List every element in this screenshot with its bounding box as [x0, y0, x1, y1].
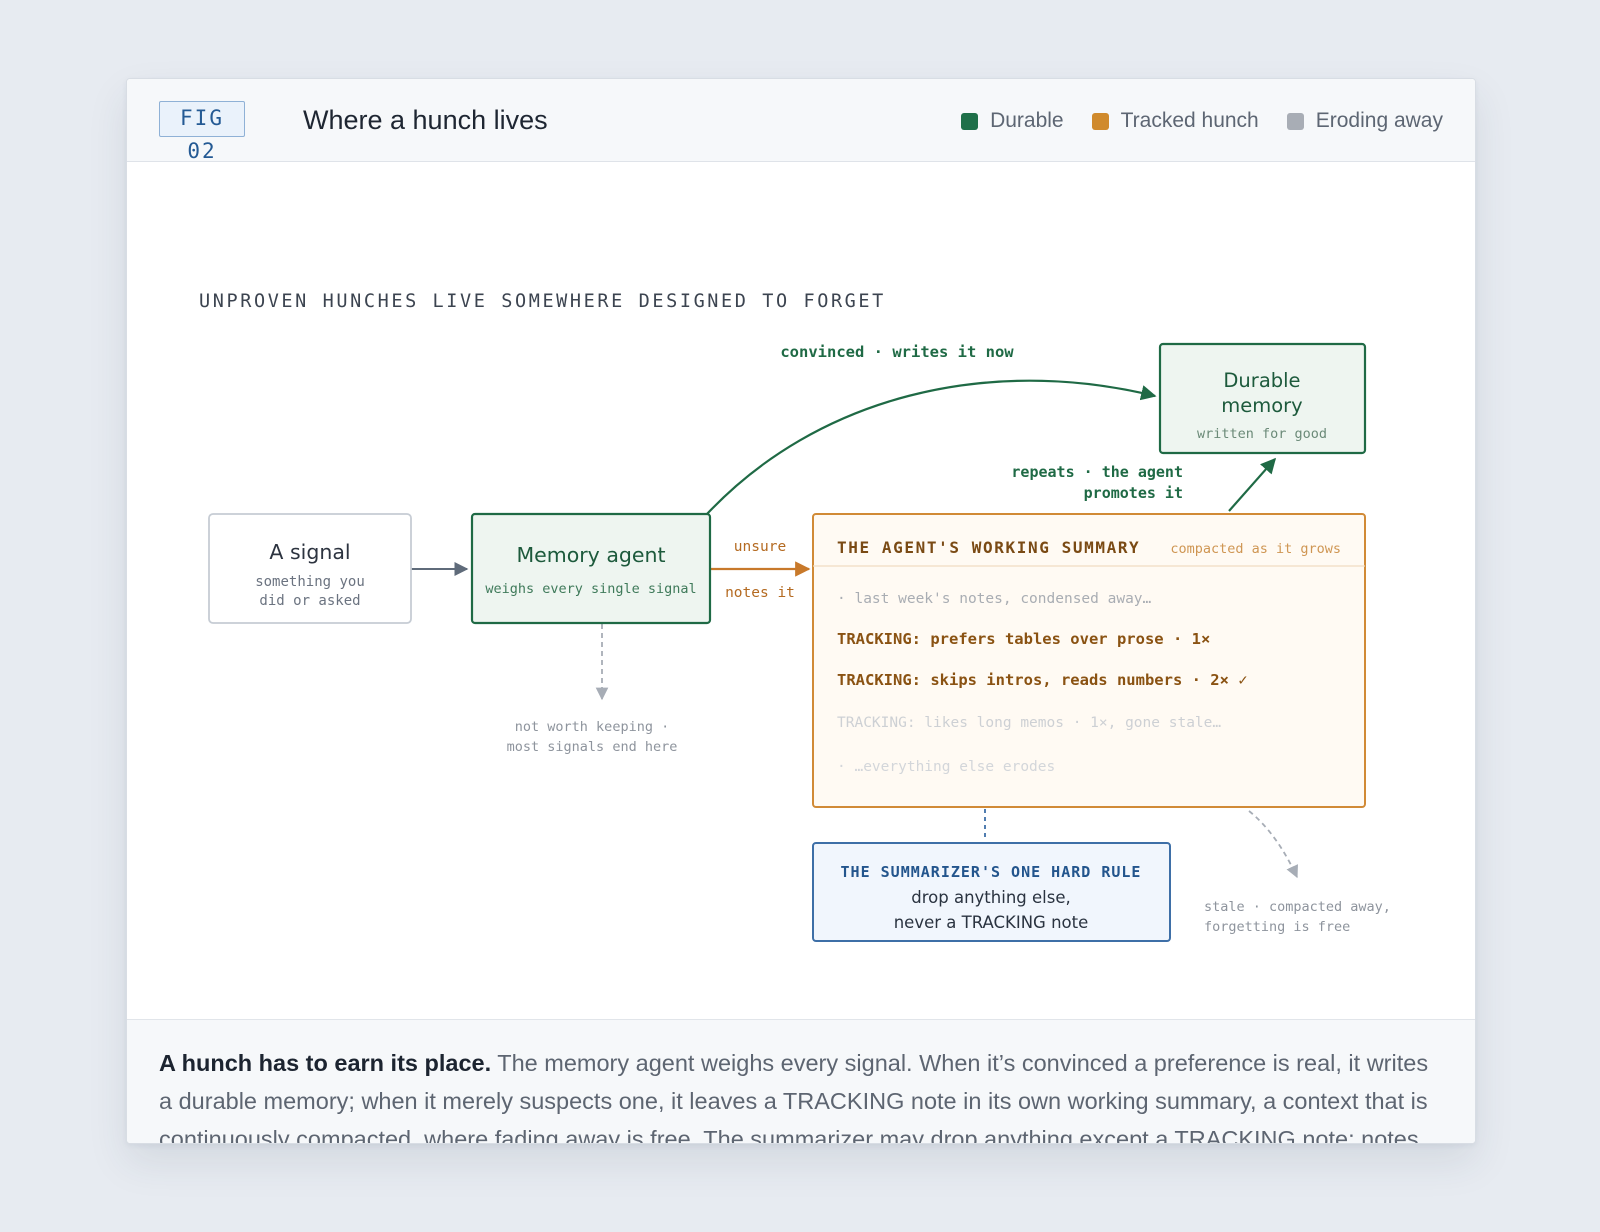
rule-line-2: never a TRACKING note [894, 913, 1089, 932]
agent-title: Memory agent [516, 543, 665, 567]
legend-item-durable: Durable [961, 107, 1064, 135]
summary-line-tracking-1: TRACKING: prefers tables over prose · 1× [837, 630, 1210, 648]
durable-sub: written for good [1197, 426, 1327, 442]
promote-arrow [1228, 457, 1277, 512]
memory-agent-node: Memory agent weighs every single signal [470, 512, 712, 625]
convinced-label: convinced · writes it now [780, 343, 1014, 361]
caption: A hunch has to earn its place. The memor… [159, 1044, 1439, 1143]
figure-card: FIG 02 Where a hunch lives Durable Track… [126, 78, 1476, 1144]
agent-sub: weighs every single signal [485, 581, 696, 597]
figure-tag: FIG 02 [159, 101, 245, 163]
signal-sub-1: something you [255, 574, 365, 590]
durable-memory-node: Durable memory written for good [1158, 342, 1367, 455]
legend-label-durable: Durable [990, 109, 1064, 132]
legend-label-tracked: Tracked hunch [1120, 109, 1259, 132]
legend-swatch-eroding [1286, 112, 1304, 130]
legend-item-eroding: Eroding away [1286, 107, 1443, 135]
diagram: UNPROVEN HUNCHES LIVE SOMEWHERE DESIGNED… [199, 291, 1391, 942]
stale-arrow [1248, 810, 1298, 879]
promote-label-1: repeats · the agent [1011, 463, 1183, 481]
notes-label: notes it [725, 585, 795, 601]
caption-lead: A hunch has to earn its place. [159, 1050, 492, 1076]
figure-header: FIG 02 Where a hunch lives Durable Track… [127, 79, 1475, 163]
summary-note: compacted as it grows [1170, 541, 1341, 557]
working-summary-node: THE AGENT'S WORKING SUMMARY compacted as… [812, 513, 1366, 808]
rule-line-1: drop anything else, [911, 888, 1070, 907]
signal-node: A signal something you did or asked [208, 513, 412, 624]
diagram-heading: UNPROVEN HUNCHES LIVE SOMEWHERE DESIGNED… [199, 291, 886, 312]
stale-label-1: stale · compacted away, [1204, 899, 1391, 915]
legend-label-eroding: Eroding away [1315, 109, 1443, 132]
summarizer-rule-node: THE SUMMARIZER'S ONE HARD RULE drop anyt… [812, 842, 1171, 942]
rule-title: THE SUMMARIZER'S ONE HARD RULE [841, 863, 1142, 881]
durable-title-2: memory [1221, 394, 1302, 417]
discard-label-2: most signals end here [507, 739, 678, 755]
signal-title: A signal [269, 540, 350, 564]
figure-title: Where a hunch lives [303, 105, 548, 135]
signal-sub-2: did or asked [259, 593, 360, 609]
legend-swatch-durable [961, 112, 979, 130]
summary-line-stale: TRACKING: likes long memos · 1×, gone st… [837, 715, 1221, 731]
stale-label-2: forgetting is free [1204, 919, 1350, 935]
legend: Durable Tracked hunch Eroding away [961, 107, 1443, 135]
discard-label-1: not worth keeping · [515, 719, 669, 735]
promote-label-2: promotes it [1084, 484, 1183, 502]
summary-title: THE AGENT'S WORKING SUMMARY [837, 538, 1140, 557]
legend-swatch-tracked [1091, 112, 1109, 130]
summary-line-erased: · last week's notes, condensed away… [837, 591, 1152, 607]
durable-title-1: Durable [1223, 369, 1300, 392]
summary-line-eroding: · …everything else erodes [837, 759, 1055, 775]
legend-item-tracked: Tracked hunch [1091, 107, 1259, 135]
summary-line-tracking-2: TRACKING: skips intros, reads numbers · … [837, 671, 1248, 689]
caption-footer: A hunch has to earn its place. The memor… [127, 1019, 1475, 1143]
unsure-label: unsure [734, 539, 786, 555]
